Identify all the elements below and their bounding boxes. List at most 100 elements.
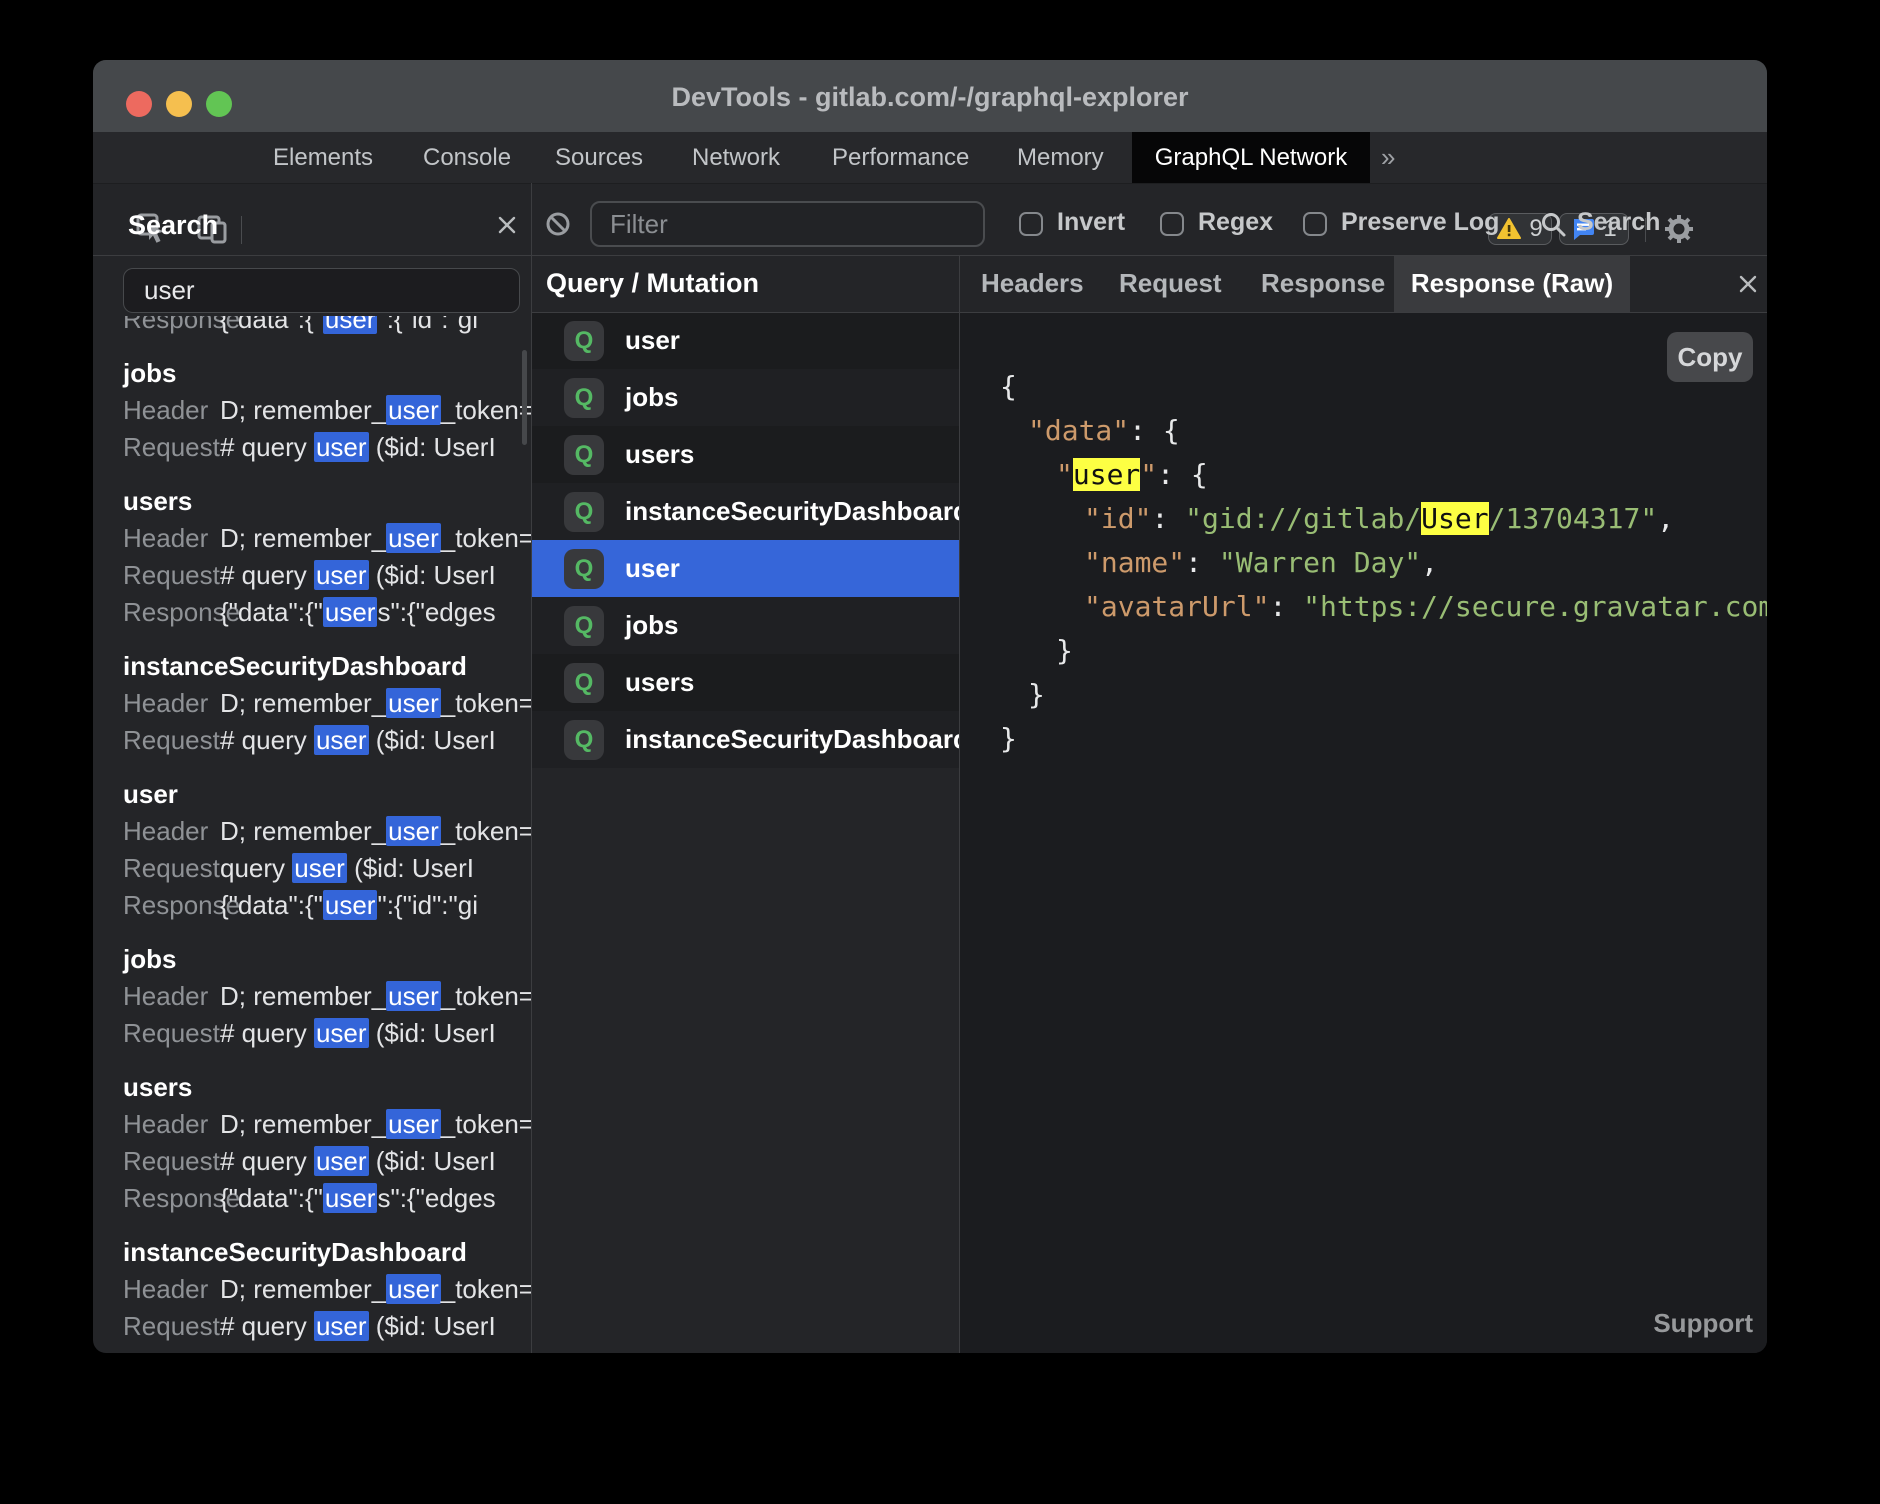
search-result-row[interactable]: Response{"data":{"users":{"edges: [123, 594, 531, 631]
search-result-row[interactable]: Response{"data":{"users":{"edges: [123, 1180, 531, 1217]
json-line: "name": "Warren Day",: [1000, 541, 1767, 585]
json-line: }: [1000, 717, 1767, 761]
json-line: "id": "gid://gitlab/User/13704317",: [1000, 497, 1767, 541]
tab-console[interactable]: Console: [423, 132, 511, 183]
query-type-icon: Q: [564, 435, 604, 475]
query-list-item-label: instanceSecurityDashboard: [625, 496, 969, 527]
query-list-item-instanceSecurityDashboard[interactable]: QinstanceSecurityDashboard: [532, 483, 959, 540]
panel-divider[interactable]: [959, 255, 960, 1353]
support-link[interactable]: Support: [1653, 1308, 1753, 1339]
query-type-icon: Q: [564, 606, 604, 646]
search-toggle-label[interactable]: Search: [1577, 208, 1660, 237]
query-type-icon: Q: [564, 492, 604, 532]
warning-triangle-icon: [1497, 218, 1521, 240]
divider: [93, 183, 1767, 184]
divider: [531, 312, 1767, 313]
search-result-row[interactable]: Request# query user ($id: UserI: [123, 557, 531, 594]
more-tabs-chevron[interactable]: »: [1381, 132, 1395, 183]
tab-response[interactable]: Response: [1261, 255, 1385, 312]
search-results-scrollbar[interactable]: [522, 350, 527, 445]
close-search-panel-icon[interactable]: [496, 214, 518, 236]
query-list-item-users[interactable]: Qusers: [532, 654, 959, 711]
tab-network[interactable]: Network: [692, 132, 780, 183]
tab-response-raw[interactable]: Response (Raw): [1394, 255, 1630, 312]
query-type-icon: Q: [564, 378, 604, 418]
search-result-operation[interactable]: jobs: [123, 355, 531, 392]
window-title: DevTools - gitlab.com/-/graphql-explorer: [93, 60, 1767, 134]
tab-memory[interactable]: Memory: [1017, 132, 1104, 183]
search-result-row[interactable]: Request# query user ($id: UserI: [123, 1308, 531, 1345]
checkbox-regex[interactable]: [1160, 212, 1184, 236]
search-results-list: Response{"data":{"user":{"id":"gijobsHea…: [93, 316, 531, 1353]
checkbox-label: Regex: [1198, 208, 1273, 237]
json-line: "data": {: [1000, 409, 1767, 453]
search-result-row[interactable]: HeaderD; remember_user_token=e: [123, 685, 531, 722]
clear-filter-icon[interactable]: [545, 211, 571, 237]
tab-performance[interactable]: Performance: [832, 132, 969, 183]
search-result-row[interactable]: HeaderD; remember_user_token=e: [123, 1271, 531, 1308]
tab-request[interactable]: Request: [1119, 255, 1222, 312]
search-result-row[interactable]: HeaderD; remember_user_token=e: [123, 978, 531, 1015]
query-list-item-label: jobs: [625, 382, 678, 413]
query-list-item-user[interactable]: Quser: [532, 540, 959, 597]
tab-sources[interactable]: Sources: [555, 132, 643, 183]
toolbar-divider: [241, 216, 242, 244]
copy-button[interactable]: Copy: [1667, 332, 1753, 382]
query-list-item-label: user: [625, 325, 680, 356]
query-type-icon: Q: [564, 720, 604, 760]
query-list-item-label: users: [625, 439, 694, 470]
query-mutation-list: QuserQjobsQusersQinstanceSecurityDashboa…: [532, 312, 959, 768]
search-result-row[interactable]: HeaderD; remember_user_token=e: [123, 1106, 531, 1143]
tab-elements[interactable]: Elements: [273, 132, 373, 183]
detail-tab-bar: Headers Request Response Response (Raw): [960, 255, 1767, 312]
search-result-row[interactable]: Request# query user ($id: UserI: [123, 429, 531, 466]
query-list-item-jobs[interactable]: Qjobs: [532, 369, 959, 426]
tab-headers[interactable]: Headers: [981, 255, 1084, 312]
search-result-operation[interactable]: user: [123, 776, 531, 813]
query-mutation-header: Query / Mutation: [532, 255, 959, 312]
search-input[interactable]: [123, 268, 520, 313]
query-list-item-users[interactable]: Qusers: [532, 426, 959, 483]
filter-input[interactable]: [590, 201, 985, 247]
search-result-row[interactable]: Request# query user ($id: UserI: [123, 722, 531, 759]
checkbox-invert[interactable]: [1019, 212, 1043, 236]
query-list-item-user[interactable]: Quser: [532, 312, 959, 369]
json-line: "user": {: [1000, 453, 1767, 497]
search-result-row[interactable]: Response{"data":{"user":{"id":"gi: [123, 887, 531, 924]
tab-response-raw-label: Response (Raw): [1411, 268, 1613, 298]
query-list-item-instanceSecurityDashboard[interactable]: QinstanceSecurityDashboard: [532, 711, 959, 768]
divider: [93, 255, 1767, 256]
devtools-tab-bar: Elements Console Sources Network Performance…: [93, 132, 1767, 183]
json-line: }: [1000, 629, 1767, 673]
search-result-row[interactable]: HeaderD; remember_user_token=e: [123, 392, 531, 429]
query-list-item-jobs[interactable]: Qjobs: [532, 597, 959, 654]
search-result-operation[interactable]: users: [123, 483, 531, 520]
response-raw-body: Copy {"data": {"user": {"id": "gid://git…: [960, 313, 1767, 1353]
search-result-operation[interactable]: instanceSecurityDashboard: [123, 1234, 531, 1271]
search-result-row[interactable]: Request# query user ($id: UserI: [123, 1143, 531, 1180]
checkbox-preserve-log[interactable]: [1303, 212, 1327, 236]
query-list-item-label: users: [625, 667, 694, 698]
settings-gear-icon[interactable]: [1662, 212, 1696, 246]
search-result-operation[interactable]: instanceSecurityDashboard: [123, 648, 531, 685]
search-result-row[interactable]: HeaderD; remember_user_token=e: [123, 520, 531, 557]
query-list-item-label: instanceSecurityDashboard: [625, 724, 969, 755]
json-response: {"data": {"user": {"id": "gid://gitlab/U…: [960, 313, 1767, 761]
close-detail-icon[interactable]: [1736, 272, 1760, 296]
checkbox-label: Invert: [1057, 208, 1125, 237]
query-mutation-panel: Query / Mutation QuserQjobsQusersQinstan…: [532, 255, 959, 1353]
search-result-row[interactable]: Requestquery user ($id: UserI: [123, 850, 531, 887]
search-result-operation[interactable]: users: [123, 1069, 531, 1106]
panel-divider[interactable]: [531, 183, 532, 1353]
tab-graphql-network-label: GraphQL Network: [1155, 144, 1348, 171]
search-icon[interactable]: [1540, 211, 1567, 238]
query-type-icon: Q: [564, 321, 604, 361]
tab-graphql-network[interactable]: GraphQL Network: [1132, 132, 1370, 183]
search-result-operation[interactable]: jobs: [123, 941, 531, 978]
search-result-row[interactable]: Response{"data":{"user":{"id":"gi: [123, 316, 531, 338]
search-result-row[interactable]: Request# query user ($id: UserI: [123, 1015, 531, 1052]
query-list-item-label: jobs: [625, 610, 678, 641]
json-line: "avatarUrl": "https://secure.gravatar.co…: [1000, 585, 1767, 629]
query-list-item-label: user: [625, 553, 680, 584]
search-result-row[interactable]: HeaderD; remember_user_token=e: [123, 813, 531, 850]
